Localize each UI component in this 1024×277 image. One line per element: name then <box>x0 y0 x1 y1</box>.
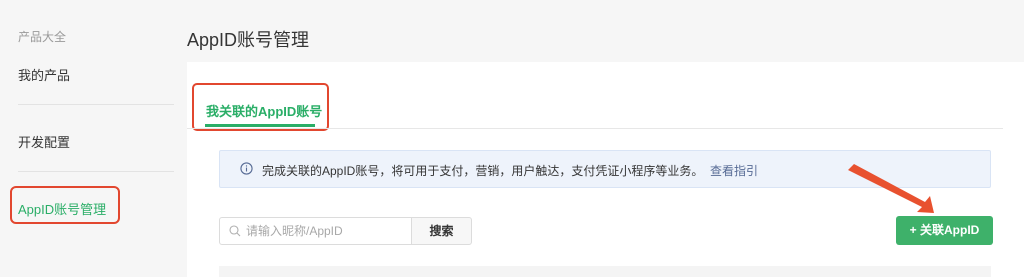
annotation-arrow <box>848 164 934 213</box>
